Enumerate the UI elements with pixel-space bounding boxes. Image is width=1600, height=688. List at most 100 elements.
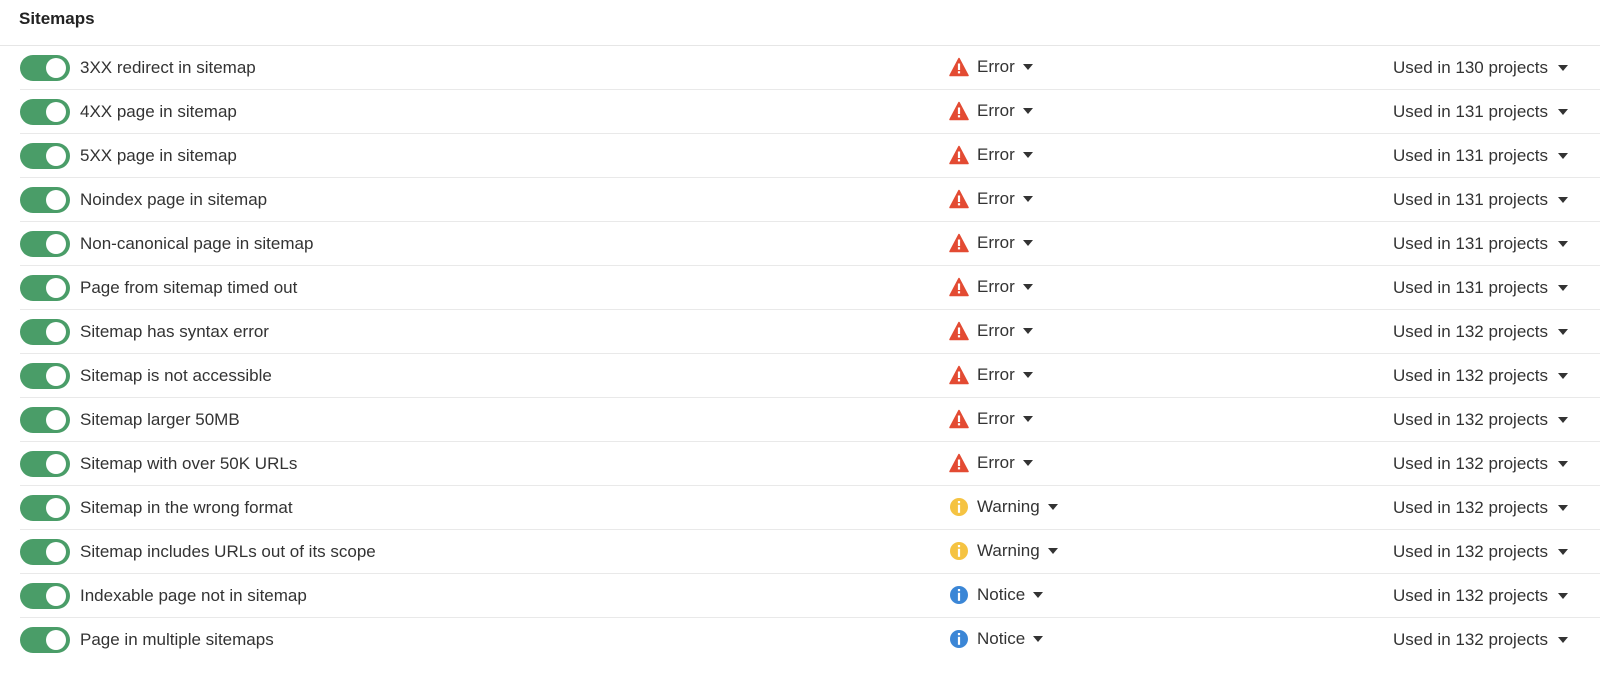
severity-label: Error [977, 365, 1015, 384]
issue-list: 3XX redirect in sitemap Error Used in 13… [0, 46, 1600, 661]
usage-label: Used in 132 projects [1393, 410, 1548, 429]
usage-dropdown[interactable]: Used in 132 projects [1393, 366, 1568, 386]
caret-down-icon [1558, 197, 1568, 203]
usage-label: Used in 131 projects [1393, 278, 1548, 297]
enabled-toggle[interactable] [20, 407, 70, 433]
enabled-toggle[interactable] [20, 99, 70, 125]
toggle-knob [46, 542, 66, 562]
severity-dropdown[interactable]: Error [949, 233, 1033, 253]
usage-label: Used in 132 projects [1393, 498, 1548, 517]
usage-label: Used in 130 projects [1393, 58, 1548, 77]
toggle-knob [46, 498, 66, 518]
issue-label: Non-canonical page in sitemap [80, 234, 314, 253]
caret-down-icon [1033, 636, 1044, 642]
notice-info-icon [949, 629, 969, 649]
issue-row: 5XX page in sitemap Error Used in 131 pr… [20, 134, 1600, 178]
issue-row: Page from sitemap timed out Error Used i… [20, 266, 1600, 310]
usage-dropdown[interactable]: Used in 132 projects [1393, 322, 1568, 342]
caret-down-icon [1558, 593, 1568, 599]
caret-down-icon [1558, 65, 1568, 71]
enabled-toggle[interactable] [20, 55, 70, 81]
toggle-knob [46, 322, 66, 342]
enabled-toggle[interactable] [20, 451, 70, 477]
usage-dropdown[interactable]: Used in 132 projects [1393, 498, 1568, 518]
toggle-knob [46, 234, 66, 254]
severity-label: Error [977, 321, 1015, 340]
caret-down-icon [1558, 153, 1568, 159]
enabled-toggle[interactable] [20, 363, 70, 389]
severity-dropdown[interactable]: Notice [949, 585, 1044, 605]
caret-down-icon [1022, 328, 1033, 334]
caret-down-icon [1558, 461, 1568, 467]
usage-label: Used in 132 projects [1393, 366, 1548, 385]
usage-dropdown[interactable]: Used in 132 projects [1393, 410, 1568, 430]
error-triangle-icon [949, 277, 969, 297]
enabled-toggle[interactable] [20, 627, 70, 653]
severity-dropdown[interactable]: Error [949, 145, 1033, 165]
usage-dropdown[interactable]: Used in 132 projects [1393, 454, 1568, 474]
severity-dropdown[interactable]: Error [949, 453, 1033, 473]
caret-down-icon [1022, 152, 1033, 158]
usage-label: Used in 132 projects [1393, 322, 1548, 341]
section-title: Sitemaps [19, 9, 95, 28]
enabled-toggle[interactable] [20, 231, 70, 257]
caret-down-icon [1022, 284, 1033, 290]
usage-dropdown[interactable]: Used in 131 projects [1393, 146, 1568, 166]
usage-dropdown[interactable]: Used in 132 projects [1393, 586, 1568, 606]
severity-dropdown[interactable]: Error [949, 365, 1033, 385]
toggle-knob [46, 190, 66, 210]
enabled-toggle[interactable] [20, 187, 70, 213]
severity-dropdown[interactable]: Notice [949, 629, 1044, 649]
enabled-toggle[interactable] [20, 143, 70, 169]
severity-dropdown[interactable]: Error [949, 101, 1033, 121]
usage-dropdown[interactable]: Used in 131 projects [1393, 234, 1568, 254]
severity-dropdown[interactable]: Error [949, 189, 1033, 209]
enabled-toggle[interactable] [20, 319, 70, 345]
issue-label: Indexable page not in sitemap [80, 586, 307, 605]
error-triangle-icon [949, 321, 969, 341]
usage-label: Used in 131 projects [1393, 190, 1548, 209]
caret-down-icon [1558, 549, 1568, 555]
usage-dropdown[interactable]: Used in 131 projects [1393, 102, 1568, 122]
caret-down-icon [1558, 373, 1568, 379]
issue-label: Sitemap is not accessible [80, 366, 272, 385]
issue-label: 4XX page in sitemap [80, 102, 237, 121]
issue-row: Sitemap larger 50MB Error Used in 132 pr… [20, 398, 1600, 442]
error-triangle-icon [949, 145, 969, 165]
usage-dropdown[interactable]: Used in 130 projects [1393, 58, 1568, 78]
issue-row: 3XX redirect in sitemap Error Used in 13… [20, 46, 1600, 90]
issue-label: Sitemap with over 50K URLs [80, 454, 298, 473]
severity-label: Error [977, 277, 1015, 296]
usage-label: Used in 131 projects [1393, 146, 1548, 165]
enabled-toggle[interactable] [20, 539, 70, 565]
usage-label: Used in 131 projects [1393, 234, 1548, 253]
usage-dropdown[interactable]: Used in 131 projects [1393, 278, 1568, 298]
issue-row: Sitemap is not accessible Error Used in … [20, 354, 1600, 398]
severity-dropdown[interactable]: Error [949, 409, 1033, 429]
error-triangle-icon [949, 101, 969, 121]
caret-down-icon [1022, 416, 1033, 422]
severity-dropdown[interactable]: Error [949, 277, 1033, 297]
issue-row: Indexable page not in sitemap Notice Use… [20, 574, 1600, 618]
severity-dropdown[interactable]: Error [949, 57, 1033, 77]
toggle-knob [46, 146, 66, 166]
notice-info-icon [949, 585, 969, 605]
severity-label: Notice [977, 585, 1026, 604]
issue-label: Sitemap includes URLs out of its scope [80, 542, 376, 561]
usage-label: Used in 132 projects [1393, 454, 1548, 473]
caret-down-icon [1558, 285, 1568, 291]
severity-dropdown[interactable]: Warning [949, 497, 1058, 517]
caret-down-icon [1022, 196, 1033, 202]
severity-dropdown[interactable]: Warning [949, 541, 1058, 561]
enabled-toggle[interactable] [20, 275, 70, 301]
issue-label: Sitemap has syntax error [80, 322, 269, 341]
caret-down-icon [1558, 241, 1568, 247]
issue-row: Sitemap has syntax error Error Used in 1… [20, 310, 1600, 354]
severity-dropdown[interactable]: Error [949, 321, 1033, 341]
usage-dropdown[interactable]: Used in 131 projects [1393, 190, 1568, 210]
usage-dropdown[interactable]: Used in 132 projects [1393, 630, 1568, 650]
usage-label: Used in 132 projects [1393, 630, 1548, 649]
enabled-toggle[interactable] [20, 495, 70, 521]
usage-dropdown[interactable]: Used in 132 projects [1393, 542, 1568, 562]
enabled-toggle[interactable] [20, 583, 70, 609]
